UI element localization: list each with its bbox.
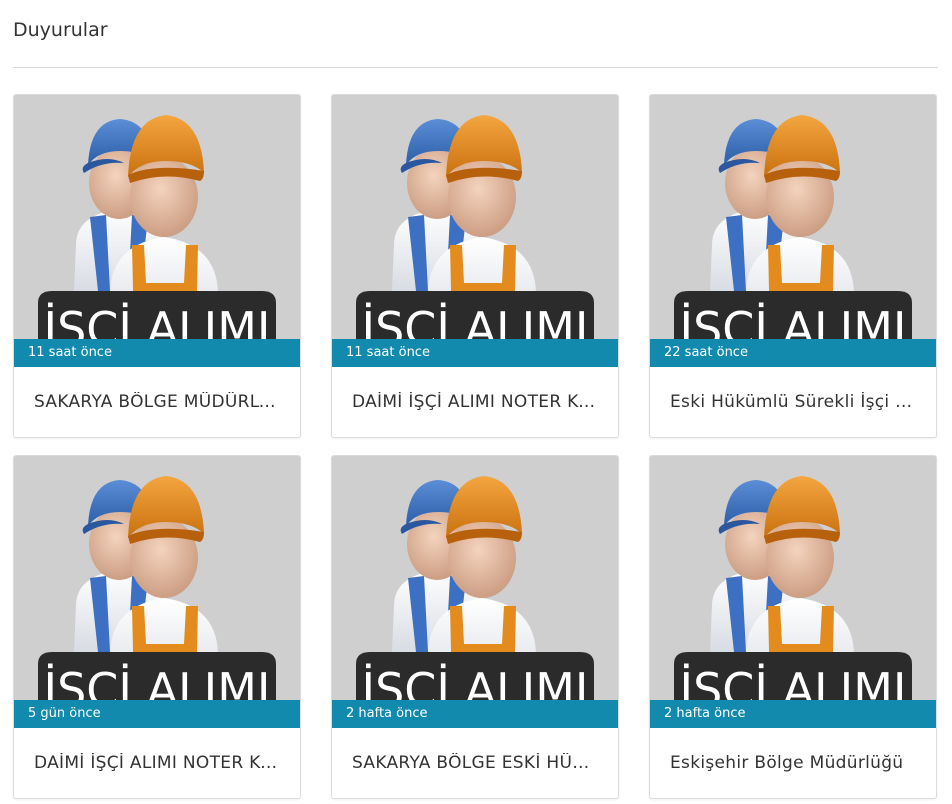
card-title[interactable]: DAİMİ İŞÇİ ALIMI NOTER KURASI (352, 392, 598, 412)
announcement-card[interactable]: İŞÇİ ALIMI 2 hafta önce SAKARYA BÖLGE ES… (331, 455, 619, 799)
workers-illustration-icon: İŞÇİ ALIMI (650, 95, 936, 367)
card-thumbnail: İŞÇİ ALIMI 11 saat önce (14, 95, 300, 367)
card-time: 22 saat önce (650, 339, 936, 367)
workers-illustration-icon: İŞÇİ ALIMI (14, 456, 300, 728)
announcement-card[interactable]: İŞÇİ ALIMI 11 saat önce SAKARYA BÖLGE MÜ… (13, 94, 301, 438)
card-title[interactable]: Eskişehir Bölge Müdürlüğü (670, 753, 916, 773)
announcements-page: Duyurular İŞÇİ ALIMI 11 saat önce SAKARY… (0, 0, 952, 804)
workers-illustration-icon: İŞÇİ ALIMI (14, 95, 300, 367)
card-title[interactable]: SAKARYA BÖLGE MÜDÜRLÜĞÜ (34, 392, 280, 412)
card-time: 11 saat önce (14, 339, 300, 367)
workers-illustration-icon: İŞÇİ ALIMI (332, 95, 618, 367)
card-time: 2 hafta önce (650, 700, 936, 728)
announcement-card[interactable]: İŞÇİ ALIMI 11 saat önce DAİMİ İŞÇİ ALIMI… (331, 94, 619, 438)
card-title[interactable]: Eski Hükümlü Sürekli İşçi Alımı (670, 392, 916, 412)
card-thumbnail: İŞÇİ ALIMI 2 hafta önce (650, 456, 936, 728)
workers-illustration-icon: İŞÇİ ALIMI (650, 456, 936, 728)
card-title-link[interactable]: SAKARYA BÖLGE ESKİ HÜKÜMLÜ (332, 728, 618, 798)
page-title: Duyurular (13, 19, 108, 41)
workers-illustration-icon: İŞÇİ ALIMI (332, 456, 618, 728)
card-time: 5 gün önce (14, 700, 300, 728)
card-title-link[interactable]: SAKARYA BÖLGE MÜDÜRLÜĞÜ (14, 367, 300, 437)
announcement-card[interactable]: İŞÇİ ALIMI 2 hafta önce Eskişehir Bölge … (649, 455, 937, 799)
announcement-card[interactable]: İŞÇİ ALIMI 22 saat önce Eski Hükümlü Sür… (649, 94, 937, 438)
card-time: 11 saat önce (332, 339, 618, 367)
card-title-link[interactable]: Eski Hükümlü Sürekli İşçi Alımı (650, 367, 936, 437)
card-title[interactable]: DAİMİ İŞÇİ ALIMI NOTER KURASI (34, 753, 280, 773)
card-thumbnail: İŞÇİ ALIMI 2 hafta önce (332, 456, 618, 728)
card-title-link[interactable]: DAİMİ İŞÇİ ALIMI NOTER KURASI (14, 728, 300, 798)
card-title[interactable]: SAKARYA BÖLGE ESKİ HÜKÜMLÜ (352, 753, 598, 773)
announcement-card[interactable]: İŞÇİ ALIMI 5 gün önce DAİMİ İŞÇİ ALIMI N… (13, 455, 301, 799)
card-thumbnail: İŞÇİ ALIMI 22 saat önce (650, 95, 936, 367)
card-title-link[interactable]: DAİMİ İŞÇİ ALIMI NOTER KURASI (332, 367, 618, 437)
card-time: 2 hafta önce (332, 700, 618, 728)
title-divider (13, 67, 938, 68)
announcement-grid: İŞÇİ ALIMI 11 saat önce SAKARYA BÖLGE MÜ… (13, 94, 937, 799)
card-thumbnail: İŞÇİ ALIMI 5 gün önce (14, 456, 300, 728)
card-title-link[interactable]: Eskişehir Bölge Müdürlüğü (650, 728, 936, 798)
card-thumbnail: İŞÇİ ALIMI 11 saat önce (332, 95, 618, 367)
